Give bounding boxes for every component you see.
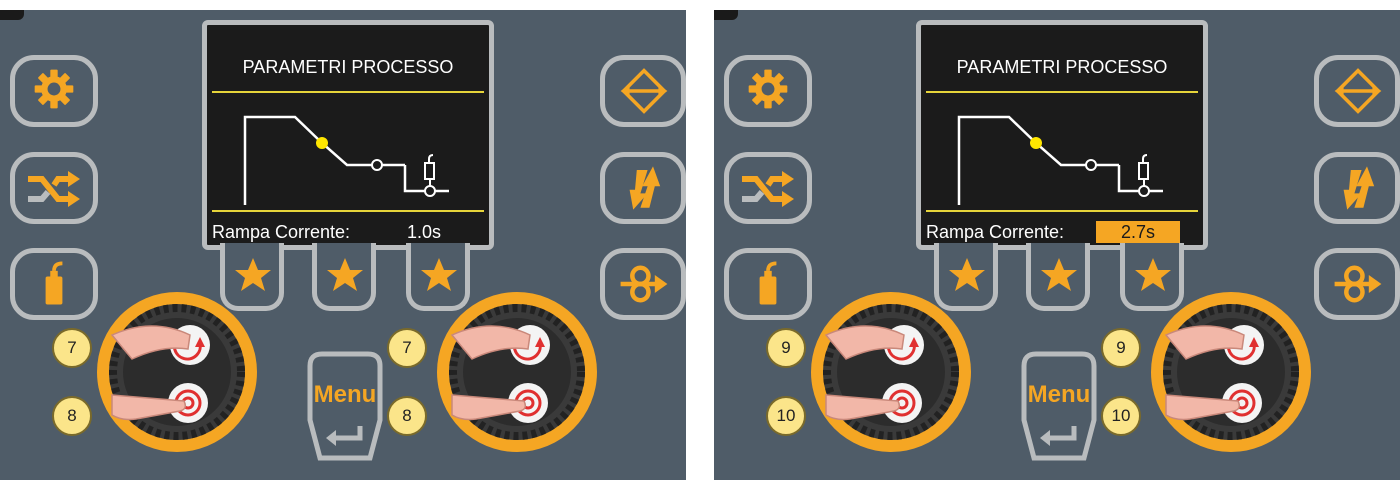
step-badge-press-right: 8 [387, 396, 427, 436]
parameter-value-highlighted: 2.7s [1096, 221, 1180, 243]
favorite-button-2[interactable] [312, 243, 376, 311]
ramp-graph [957, 115, 1163, 205]
menu-back-button[interactable]: Menu [1016, 350, 1102, 468]
settings-button[interactable] [724, 55, 812, 127]
swap-button[interactable] [600, 55, 686, 127]
star-icon [1041, 258, 1077, 291]
panel-corner [714, 10, 738, 20]
step-badge-press: 10 [766, 396, 806, 436]
right-encoder-knob[interactable] [1146, 287, 1316, 457]
menu-back-button[interactable]: Menu [302, 350, 388, 468]
swap-diamond-icon [618, 68, 670, 114]
active-point [1030, 137, 1042, 149]
panel-step-9-10: PARAMETRI PROCESSO Rampa Corrente: 2.7s … [714, 10, 1400, 480]
left-encoder-knob[interactable] [806, 287, 976, 457]
parameter-label: Rampa Corrente: [212, 222, 351, 242]
parameter-label: Rampa Corrente: [926, 222, 1065, 242]
display-screen: PARAMETRI PROCESSO Rampa Corrente: 1.0s [202, 20, 494, 250]
wire-feed-icon [1319, 253, 1395, 315]
wire-feed-button[interactable] [600, 248, 686, 320]
gas-button[interactable] [10, 248, 98, 320]
mode-button[interactable] [600, 152, 686, 224]
swap-button[interactable] [1314, 55, 1400, 127]
right-encoder-knob[interactable] [432, 287, 602, 457]
double-arrow-icon [629, 166, 661, 210]
step-badge-rotate-right: 7 [387, 328, 427, 368]
wire-feed-button[interactable] [1314, 248, 1400, 320]
step-badge-rotate: 9 [766, 328, 806, 368]
menu-label: Menu [314, 381, 377, 408]
settings-button[interactable] [10, 55, 98, 127]
menu-label: Menu [1028, 381, 1091, 408]
divider-bottom [212, 210, 484, 212]
active-point [316, 137, 328, 149]
favorite-button-2[interactable] [1026, 243, 1090, 311]
step-badge-rotate: 7 [52, 328, 92, 368]
step-badge-press-right: 10 [1101, 396, 1141, 436]
screen-title: PARAMETRI PROCESSO [242, 57, 454, 77]
gas-bottle-icon [43, 261, 65, 307]
gas-bottle-icon [757, 261, 779, 307]
swap-diamond-icon [1332, 68, 1384, 114]
divider-top [212, 91, 484, 93]
wire-feed-icon [605, 253, 681, 315]
divider-top [926, 91, 1198, 93]
panel-step-7-8: PARAMETRI PROCESSO Rampa Corrente: 1.0s … [0, 10, 686, 480]
process-switch-button[interactable] [10, 152, 98, 224]
gear-icon [748, 69, 788, 109]
double-arrow-icon [1343, 166, 1375, 210]
step-badge-rotate-right: 9 [1101, 328, 1141, 368]
star-icon [327, 258, 363, 291]
step-badge-press: 8 [52, 396, 92, 436]
shuffle-icon [15, 157, 93, 219]
ramp-graph [243, 115, 449, 205]
mode-button[interactable] [1314, 152, 1400, 224]
panel-corner [0, 10, 24, 20]
process-switch-button[interactable] [724, 152, 812, 224]
gear-icon [34, 69, 74, 109]
left-encoder-knob[interactable] [92, 287, 262, 457]
shuffle-icon [729, 157, 807, 219]
gas-button[interactable] [724, 248, 812, 320]
parameter-value: 1.0s [406, 222, 442, 242]
divider-bottom [926, 210, 1198, 212]
screen-title: PARAMETRI PROCESSO [956, 57, 1168, 77]
display-screen: PARAMETRI PROCESSO Rampa Corrente: 2.7s [916, 20, 1208, 250]
